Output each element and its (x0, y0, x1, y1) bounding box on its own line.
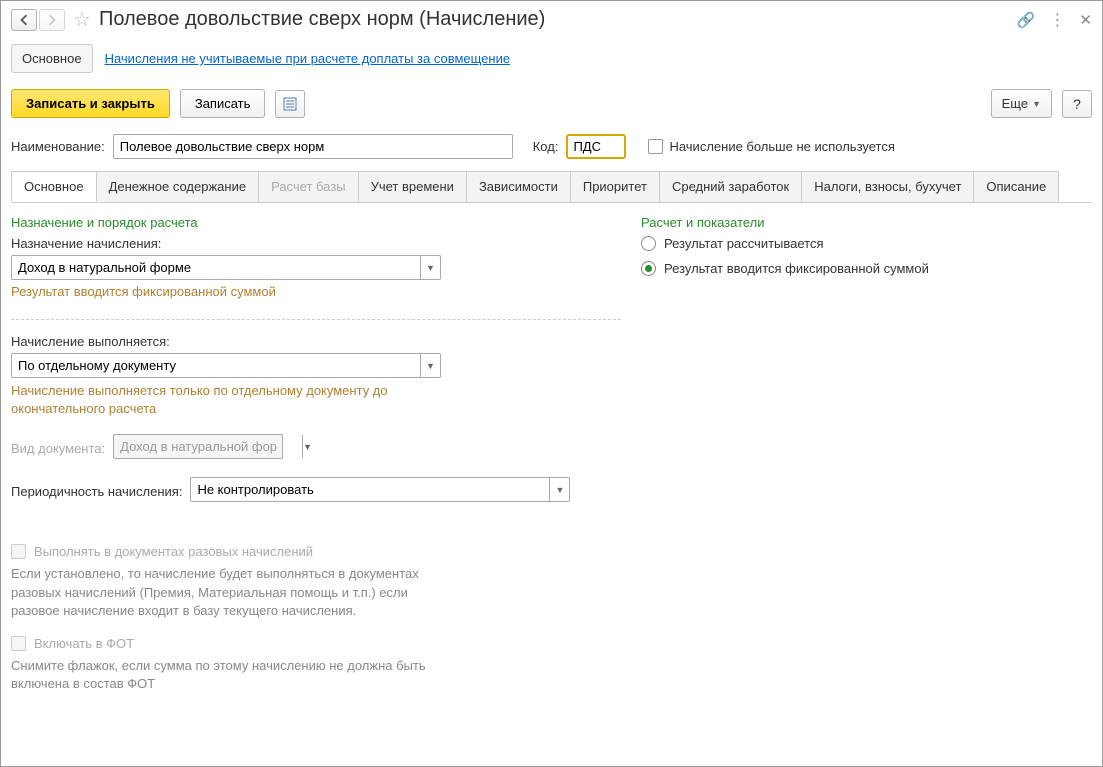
executed-select[interactable]: ▼ (11, 353, 441, 378)
section-purpose-title: Назначение и порядок расчета (11, 215, 621, 230)
sub-navigation: Основное Начисления не учитываемые при р… (1, 38, 1102, 83)
doctype-dropdown-btn: ▼ (302, 435, 312, 458)
list-icon (283, 97, 297, 111)
section-calc-title: Расчет и показатели (641, 215, 1092, 230)
period-select[interactable]: ▼ (190, 477, 570, 502)
period-field: Периодичность начисления: ▼ (11, 477, 621, 506)
save-close-button[interactable]: Записать и закрыть (11, 89, 170, 118)
period-input[interactable] (191, 478, 549, 501)
divider (11, 319, 621, 320)
tabs: Основное Денежное содержание Расчет базы… (11, 171, 1092, 203)
cb-fot-box (11, 636, 26, 651)
toolbar: Записать и закрыть Записать Еще ▼ ? (1, 83, 1102, 130)
header-form-row: Наименование: Код: Начисление больше не … (1, 130, 1102, 171)
cb-once-docs-hint: Если установлено, то начисление будет вы… (11, 565, 451, 620)
window-title: Полевое довольствие сверх норм (Начислен… (99, 8, 1009, 31)
tab-content: Назначение и порядок расчета Назначение … (1, 203, 1102, 766)
executed-hint: Начисление выполняется только по отдельн… (11, 382, 441, 418)
help-button[interactable]: ? (1062, 90, 1092, 118)
tab-main[interactable]: Основное (11, 171, 97, 202)
tab-time[interactable]: Учет времени (358, 171, 467, 202)
doctype-input (114, 435, 302, 458)
radio-fixed[interactable]: Результат вводится фиксированной суммой (641, 261, 1092, 276)
tab-priority[interactable]: Приоритет (570, 171, 660, 202)
doctype-label: Вид документа: (11, 441, 105, 456)
more-label: Еще (1002, 96, 1028, 111)
period-label: Периодичность начисления: (11, 484, 182, 499)
close-icon[interactable]: ✕ (1079, 11, 1092, 29)
nav-buttons (11, 9, 65, 31)
purpose-input[interactable] (12, 256, 420, 279)
radio-calculated-label: Результат рассчитывается (664, 236, 824, 251)
window: ☆ Полевое довольствие сверх норм (Начисл… (0, 0, 1103, 767)
purpose-dropdown-btn[interactable]: ▼ (420, 256, 440, 279)
cb-once-docs-box (11, 544, 26, 559)
arrow-right-icon (46, 14, 58, 26)
left-column: Назначение и порядок расчета Назначение … (11, 215, 621, 754)
back-button[interactable] (11, 9, 37, 31)
tab-desc[interactable]: Описание (973, 171, 1059, 202)
favorite-icon[interactable]: ☆ (73, 7, 91, 32)
executed-dropdown-btn[interactable]: ▼ (420, 354, 440, 377)
executed-input[interactable] (12, 354, 420, 377)
subtab-link[interactable]: Начисления не учитываемые при расчете до… (105, 51, 511, 66)
radio-calculated-btn[interactable] (641, 236, 656, 251)
window-controls: 🔗 ⋮ ✕ (1017, 10, 1092, 30)
not-used-checkbox[interactable] (648, 139, 663, 154)
doctype-select: ▼ (113, 434, 283, 459)
radio-fixed-label: Результат вводится фиксированной суммой (664, 261, 929, 276)
chevron-down-icon: ▼ (1032, 99, 1041, 109)
not-used-checkbox-wrap[interactable]: Начисление больше не используется (648, 139, 894, 154)
cb-fot: Включать в ФОТ (11, 636, 621, 651)
subtab-main[interactable]: Основное (11, 44, 93, 73)
tab-avg[interactable]: Средний заработок (659, 171, 802, 202)
cb-once-docs-label: Выполнять в документах разовых начислени… (34, 544, 313, 559)
purpose-label: Назначение начисления: (11, 236, 621, 251)
menu-icon[interactable]: ⋮ (1049, 10, 1065, 30)
forward-button[interactable] (39, 9, 65, 31)
arrow-left-icon (18, 14, 30, 26)
purpose-select[interactable]: ▼ (11, 255, 441, 280)
name-input[interactable] (113, 134, 513, 159)
link-icon[interactable]: 🔗 (1017, 11, 1036, 29)
code-label: Код: (533, 139, 559, 154)
cb-fot-label: Включать в ФОТ (34, 636, 134, 651)
executed-label: Начисление выполняется: (11, 334, 621, 349)
more-button[interactable]: Еще ▼ (991, 89, 1052, 118)
name-label: Наименование: (11, 139, 105, 154)
save-button[interactable]: Записать (180, 89, 266, 118)
radio-fixed-btn[interactable] (641, 261, 656, 276)
tab-deps[interactable]: Зависимости (466, 171, 571, 202)
period-dropdown-btn[interactable]: ▼ (549, 478, 569, 501)
radio-calculated[interactable]: Результат рассчитывается (641, 236, 1092, 251)
tab-money[interactable]: Денежное содержание (96, 171, 259, 202)
cb-fot-hint: Снимите флажок, если сумма по этому начи… (11, 657, 451, 693)
list-button[interactable] (275, 90, 305, 118)
doctype-field: Вид документа: ▼ (11, 434, 621, 463)
code-input[interactable] (566, 134, 626, 159)
right-column: Расчет и показатели Результат рассчитыва… (641, 215, 1092, 754)
not-used-label: Начисление больше не используется (669, 139, 894, 154)
purpose-hint: Результат вводится фиксированной суммой (11, 284, 621, 299)
titlebar: ☆ Полевое довольствие сверх норм (Начисл… (1, 1, 1102, 38)
tab-tax[interactable]: Налоги, взносы, бухучет (801, 171, 974, 202)
cb-once-docs: Выполнять в документах разовых начислени… (11, 544, 621, 559)
tab-base[interactable]: Расчет базы (258, 171, 359, 202)
